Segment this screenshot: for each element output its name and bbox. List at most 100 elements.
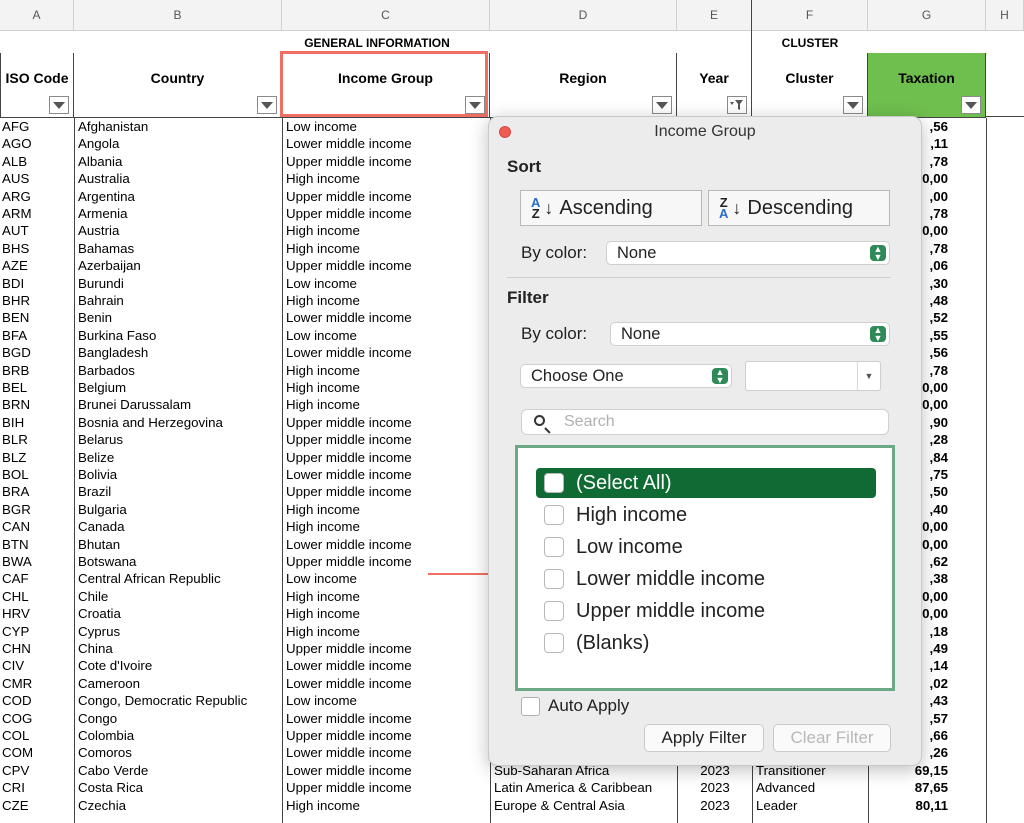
cell-country[interactable]: Chile	[78, 588, 280, 605]
cell-iso[interactable]: CMR	[2, 675, 72, 692]
cell-income[interactable]: High income	[286, 623, 486, 640]
cell-country[interactable]: Brazil	[78, 483, 280, 500]
list-item-blanks[interactable]: (Blanks)	[544, 628, 649, 658]
cell-income[interactable]: High income	[286, 501, 486, 518]
cell-income[interactable]: High income	[286, 379, 486, 396]
cell-country[interactable]: Angola	[78, 135, 280, 152]
filter-dropdown-country[interactable]	[257, 96, 277, 114]
cell-country[interactable]: Bahrain	[78, 292, 280, 309]
auto-apply-checkbox[interactable]	[521, 696, 540, 716]
cell-iso[interactable]: AGO	[2, 135, 72, 152]
cell-country[interactable]: Congo, Democratic Republic	[78, 692, 280, 709]
column-letter-g[interactable]: G	[868, 0, 986, 31]
apply-filter-button[interactable]: Apply Filter	[644, 724, 764, 752]
cell-income[interactable]: Upper middle income	[286, 640, 486, 657]
cell-iso[interactable]: BGD	[2, 344, 72, 361]
cell-iso[interactable]: BIH	[2, 414, 72, 431]
cell-country[interactable]: Colombia	[78, 727, 280, 744]
column-letter-d[interactable]: D	[490, 0, 677, 31]
cell-income[interactable]: Upper middle income	[286, 205, 486, 222]
cell-income[interactable]: High income	[286, 292, 486, 309]
auto-apply-toggle[interactable]: Auto Apply	[521, 696, 629, 716]
cell-iso[interactable]: CPV	[2, 762, 72, 779]
list-item-high-income[interactable]: High income	[544, 500, 687, 530]
cell-income[interactable]: Upper middle income	[286, 431, 486, 448]
cell-iso[interactable]: CAN	[2, 518, 72, 535]
cell-country[interactable]: Czechia	[78, 797, 280, 814]
cell-income[interactable]: High income	[286, 588, 486, 605]
cell-income[interactable]: Low income	[286, 327, 486, 344]
cell-country[interactable]: Austria	[78, 222, 280, 239]
cell-country[interactable]: Bolivia	[78, 466, 280, 483]
cell-income[interactable]: High income	[286, 797, 486, 814]
cell-iso[interactable]: BHR	[2, 292, 72, 309]
cell-income[interactable]: Upper middle income	[286, 449, 486, 466]
cell-iso[interactable]: AFG	[2, 118, 72, 135]
column-letter-f[interactable]: F	[752, 0, 868, 31]
cell-income[interactable]: High income	[286, 170, 486, 187]
cell-country[interactable]: Congo	[78, 710, 280, 727]
checkbox[interactable]	[544, 537, 564, 557]
cell-iso[interactable]: CZE	[2, 797, 72, 814]
cell-income[interactable]: High income	[286, 518, 486, 535]
cell-iso[interactable]: BLR	[2, 431, 72, 448]
cell-region[interactable]: Latin America & Caribbean	[494, 779, 674, 796]
cell-income[interactable]: Lower middle income	[286, 762, 486, 779]
cell-tax[interactable]: 80,11	[870, 797, 948, 814]
filter-dropdown-taxation[interactable]	[961, 96, 981, 114]
cell-cluster[interactable]: Leader	[756, 797, 866, 814]
filter-dropdown-iso[interactable]	[49, 96, 69, 114]
search-input[interactable]: Search	[521, 409, 889, 435]
cell-country[interactable]: Bulgaria	[78, 501, 280, 518]
cell-country[interactable]: Brunei Darussalam	[78, 396, 280, 413]
cell-iso[interactable]: BTN	[2, 536, 72, 553]
cell-country[interactable]: China	[78, 640, 280, 657]
cell-country[interactable]: Cote d'Ivoire	[78, 657, 280, 674]
cell-income[interactable]: Lower middle income	[286, 744, 486, 761]
cell-iso[interactable]: CRI	[2, 779, 72, 796]
cell-country[interactable]: Belgium	[78, 379, 280, 396]
cell-iso[interactable]: AZE	[2, 257, 72, 274]
cell-income[interactable]: Upper middle income	[286, 188, 486, 205]
column-letter-h[interactable]: H	[986, 0, 1024, 31]
cell-country[interactable]: Comoros	[78, 744, 280, 761]
cell-country[interactable]: Burkina Faso	[78, 327, 280, 344]
cell-country[interactable]: Costa Rica	[78, 779, 280, 796]
cell-iso[interactable]: BLZ	[2, 449, 72, 466]
cell-country[interactable]: Botswana	[78, 553, 280, 570]
cell-iso[interactable]: ARG	[2, 188, 72, 205]
checkbox[interactable]	[544, 473, 564, 493]
column-letter-b[interactable]: B	[74, 0, 282, 31]
cell-iso[interactable]: BRA	[2, 483, 72, 500]
cell-income[interactable]: Low income	[286, 692, 486, 709]
column-letter-c[interactable]: C	[282, 0, 490, 31]
cell-year[interactable]: 2023	[680, 797, 750, 814]
cell-iso[interactable]: CYP	[2, 623, 72, 640]
cell-iso[interactable]: CAF	[2, 570, 72, 587]
cell-country[interactable]: Canada	[78, 518, 280, 535]
column-letter-a[interactable]: A	[0, 0, 74, 31]
cell-income[interactable]: High income	[286, 605, 486, 622]
cell-iso[interactable]: CHN	[2, 640, 72, 657]
cell-income[interactable]: Lower middle income	[286, 710, 486, 727]
chevron-down-icon[interactable]: ▼	[857, 362, 880, 390]
cell-iso[interactable]: AUS	[2, 170, 72, 187]
cell-income[interactable]: Upper middle income	[286, 727, 486, 744]
cell-income[interactable]: Low income	[286, 275, 486, 292]
cell-iso[interactable]: ALB	[2, 153, 72, 170]
cell-iso[interactable]: BEN	[2, 309, 72, 326]
cell-income[interactable]: Low income	[286, 118, 486, 135]
cell-country[interactable]: Barbados	[78, 362, 280, 379]
cell-iso[interactable]: BHS	[2, 240, 72, 257]
cell-country[interactable]: Belize	[78, 449, 280, 466]
cell-country[interactable]: Central African Republic	[78, 570, 280, 587]
ascending-button[interactable]: AZ ↓ Ascending	[520, 190, 702, 226]
cell-country[interactable]: Bosnia and Herzegovina	[78, 414, 280, 431]
cell-income[interactable]: Upper middle income	[286, 257, 486, 274]
filter-dropdown-year-active[interactable]	[727, 96, 747, 114]
cell-iso[interactable]: BEL	[2, 379, 72, 396]
cell-region[interactable]: Europe & Central Asia	[494, 797, 674, 814]
cell-iso[interactable]: CIV	[2, 657, 72, 674]
cell-iso[interactable]: COM	[2, 744, 72, 761]
cell-tax[interactable]: 87,65	[870, 779, 948, 796]
